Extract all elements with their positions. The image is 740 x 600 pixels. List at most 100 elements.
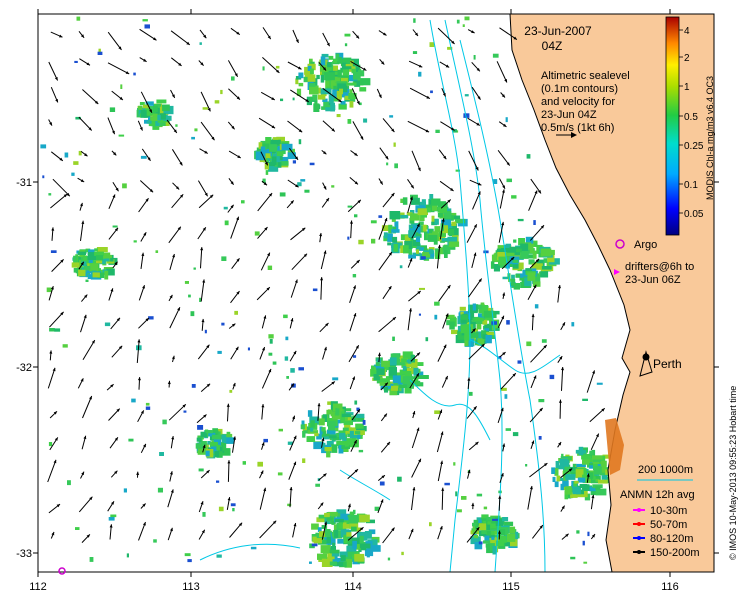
chlorophyll-pixel — [153, 539, 157, 543]
chlorophyll-pixel — [425, 337, 429, 342]
chlorophyll-pixel — [312, 288, 318, 292]
chlorophyll-pixel — [505, 252, 515, 257]
chlorophyll-pixel — [272, 361, 277, 365]
chlorophyll-pixel — [211, 434, 222, 440]
chlorophyll-pixel — [459, 306, 466, 311]
chlorophyll-pixel — [582, 540, 585, 546]
chlorophyll-pixel — [290, 368, 295, 373]
chlorophyll-pixel — [506, 320, 510, 325]
chlorophyll-pixel — [96, 247, 108, 253]
chlorophyll-pixel — [310, 427, 314, 432]
chlorophyll-pixel — [589, 450, 594, 455]
chlorophyll-pixel — [126, 553, 129, 558]
chlorophyll-pixel — [492, 53, 499, 58]
chlorophyll-pixel — [526, 341, 532, 347]
chlorophyll-pixel — [317, 94, 326, 100]
chlorophyll-pixel — [516, 248, 522, 253]
chlorophyll-pixel — [464, 94, 469, 97]
chlorophyll-pixel — [534, 304, 539, 309]
chlorophyll-pixel — [304, 189, 310, 193]
chlorophyll-pixel — [307, 410, 313, 417]
chlorophyll-pixel — [231, 76, 235, 81]
chlorophyll-pixel — [326, 62, 332, 68]
chlorophyll-pixel — [272, 137, 279, 140]
chlorophyll-pixel — [221, 322, 225, 326]
chlorophyll-pixel — [342, 436, 347, 441]
chlorophyll-pixel — [567, 456, 572, 461]
map-date: 23-Jun-2007 — [524, 24, 592, 38]
chlorophyll-pixel — [360, 78, 371, 86]
chlorophyll-pixel — [401, 551, 404, 556]
chlorophyll-pixel — [302, 431, 306, 438]
chlorophyll-pixel — [483, 506, 488, 510]
anmn-label-4: 150-200m — [650, 547, 700, 559]
chlorophyll-pixel — [144, 24, 150, 29]
chlorophyll-pixel — [85, 279, 89, 282]
chlorophyll-pixel — [583, 561, 588, 564]
chlorophyll-pixel — [73, 161, 79, 165]
chlorophyll-pixel — [220, 89, 223, 95]
chlorophyll-pixel — [327, 421, 336, 427]
chlorophyll-pixel — [146, 120, 152, 124]
chlorophyll-pixel — [326, 81, 330, 87]
chlorophyll-pixel — [320, 56, 326, 66]
chlorophyll-pixel — [309, 83, 316, 87]
chlorophyll-pixel — [123, 488, 127, 493]
chlorophyll-pixel — [543, 258, 548, 263]
chlorophyll-pixel — [420, 256, 426, 260]
chlorophyll-pixel — [401, 358, 407, 363]
chlorophyll-pixel — [402, 376, 414, 385]
chlorophyll-pixel — [349, 101, 354, 108]
chlorophyll-pixel — [404, 387, 412, 394]
chlorophyll-pixel — [42, 175, 45, 179]
colorbar-tick-1: 1 — [684, 82, 690, 93]
chlorophyll-pixel — [131, 398, 136, 403]
chlorophyll-pixel — [388, 367, 397, 376]
chlorophyll-pixel — [359, 87, 367, 92]
chlorophyll-pixel — [562, 480, 569, 487]
chlorophyll-pixel — [325, 529, 331, 537]
chlorophyll-pixel — [277, 162, 282, 168]
chlorophyll-pixel — [346, 82, 357, 86]
chlorophyll-pixel — [140, 155, 147, 159]
chlorophyll-pixel — [434, 226, 440, 233]
chlorophyll-pixel — [196, 437, 202, 442]
chlorophyll-pixel — [339, 88, 343, 95]
chlorophyll-pixel — [345, 417, 348, 422]
chlorophyll-pixel — [76, 16, 81, 21]
chlorophyll-pixel — [461, 496, 467, 500]
chlorophyll-pixel — [320, 74, 325, 83]
chlorophyll-pixel — [334, 529, 339, 538]
chlorophyll-pixel — [298, 139, 302, 145]
chlorophyll-pixel — [318, 418, 325, 426]
chlorophyll-pixel — [319, 65, 328, 72]
chlorophyll-pixel — [498, 256, 507, 266]
chlorophyll-pixel — [499, 529, 506, 536]
chlorophyll-pixel — [444, 250, 448, 258]
chlorophyll-pixel — [229, 389, 233, 393]
chlorophyll-pixel — [303, 76, 308, 83]
chlorophyll-pixel — [371, 238, 376, 244]
chlorophyll-pixel — [579, 484, 588, 489]
chlorophyll-pixel — [187, 559, 192, 563]
chlorophyll-pixel — [515, 273, 521, 278]
chlorophyll-pixel — [82, 255, 87, 262]
chlorophyll-pixel — [120, 84, 123, 89]
chlorophyll-pixel — [75, 527, 80, 530]
chlorophyll-pixel — [50, 250, 57, 253]
chlorophyll-pixel — [338, 57, 342, 64]
chlorophyll-pixel — [398, 384, 407, 388]
chlorophyll-pixel — [554, 481, 559, 488]
chlorophyll-pixel — [138, 105, 143, 110]
chlorophyll-pixel — [280, 161, 289, 166]
chlorophyll-pixel — [541, 266, 552, 270]
chlorophyll-pixel — [335, 407, 340, 416]
chlorophyll-pixel — [437, 207, 447, 213]
chlorophyll-pixel — [344, 43, 348, 47]
chlorophyll-pixel — [331, 444, 338, 453]
chlorophyll-pixel — [230, 503, 236, 507]
chlorophyll-pixel — [197, 425, 204, 430]
chlorophyll-pixel — [316, 74, 320, 80]
chlorophyll-pixel — [205, 450, 210, 457]
chlorophyll-pixel — [362, 420, 366, 425]
